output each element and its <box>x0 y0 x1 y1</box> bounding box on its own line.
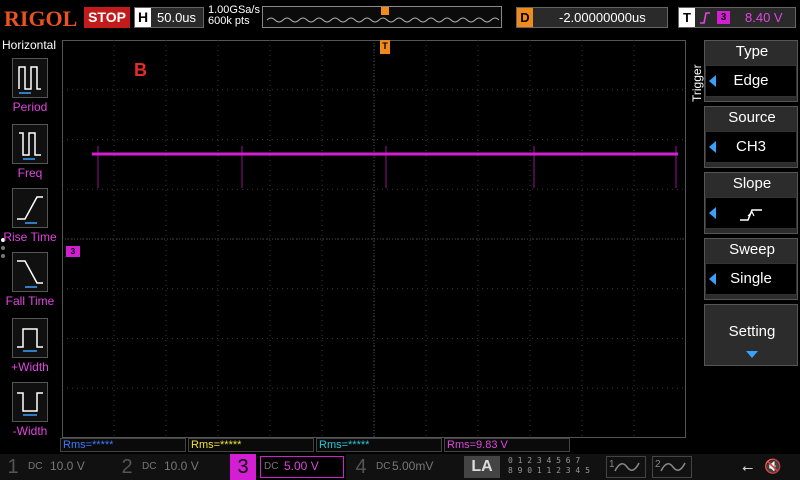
expand-arrow-icon <box>746 351 758 358</box>
memory-depth: 600k pts <box>208 15 250 27</box>
measure-fall-time[interactable]: Fall Time <box>0 252 60 316</box>
channel-4-number: 4 <box>355 456 367 478</box>
usb-icon: ⭠ <box>742 459 754 475</box>
channel-2-box[interactable]: 2 DC 10.0 V <box>114 454 226 480</box>
channel-1-scale: 10.0 V <box>50 459 85 473</box>
run-stop-indicator[interactable]: STOP <box>84 7 130 28</box>
rising-slope-icon <box>740 209 762 221</box>
trigger-setting-button[interactable]: Setting <box>704 304 798 366</box>
channel-1-number: 1 <box>7 456 19 478</box>
channel-bar: 1 DC 10.0 V 2 DC 10.0 V 3 DC 5.00 V 4 DC… <box>0 454 800 480</box>
waveform-memory-overview <box>262 6 502 28</box>
measure-negative-width-label: -Width <box>12 424 48 438</box>
channel-3-offset-marker[interactable]: 3 <box>66 246 80 257</box>
measure-period-label: Period <box>12 100 48 114</box>
select-arrow-icon <box>709 273 716 285</box>
select-arrow-icon <box>709 207 716 219</box>
waveform-grid <box>62 40 686 438</box>
trigger-type-value: Edge <box>705 65 797 97</box>
select-arrow-icon <box>709 141 716 153</box>
trigger-source-button[interactable]: Source CH3 <box>704 106 798 168</box>
trigger-level-value: 8.40 V <box>745 10 783 25</box>
rise-time-icon <box>12 188 48 228</box>
trigger-source-value: CH3 <box>705 131 797 163</box>
horizontal-scale-box[interactable]: H 50.0us <box>134 7 204 28</box>
channel-1-coupling: DC <box>28 461 43 472</box>
trigger-sweep-value: Single <box>705 263 797 295</box>
channel-2-coupling: DC <box>142 461 157 472</box>
sample-info: 1.00GSa/s 600k pts <box>208 5 260 27</box>
frequency-icon <box>12 124 48 164</box>
trigger-source-title: Source <box>728 109 776 126</box>
channel-3-box[interactable]: 3 DC 5.00 V <box>230 454 346 480</box>
fall-time-icon <box>12 252 48 292</box>
measurement-ch3-rms[interactable]: Rms=9.83 V <box>444 438 570 452</box>
channel-3-coupling: DC <box>264 461 279 472</box>
horizontal-label: H <box>135 8 151 27</box>
logic-channels-row-2: 8 9 0 1 1 2 3 4 5 <box>508 466 590 475</box>
measure-frequency[interactable]: Freq <box>0 124 60 188</box>
memory-overview-graphic <box>266 7 500 23</box>
screen-annotation: B <box>134 60 147 80</box>
waveform-display[interactable]: B T 3 <box>62 40 686 438</box>
delay-label: D <box>517 8 533 27</box>
channel-4-scale: 5.00mV <box>392 459 434 473</box>
generator-1-button[interactable]: 1 <box>606 456 646 478</box>
negative-width-icon <box>12 382 48 422</box>
left-menu-title: Horizontal <box>2 38 57 52</box>
right-menu-title: Trigger <box>690 64 704 102</box>
channel-1-box[interactable]: 1 DC 10.0 V <box>0 454 112 480</box>
speaker-muted-icon[interactable]: 🔇 <box>764 458 781 475</box>
measure-rise-time[interactable]: Rise Time <box>0 188 60 252</box>
channel-4-box[interactable]: 4 DC 5.00mV <box>348 454 460 480</box>
trigger-menu: Trigger Type Edge Source CH3 Slope Sweep… <box>690 40 800 440</box>
trigger-sweep-title: Sweep <box>729 241 775 258</box>
trigger-source-badge: 3 <box>717 11 730 24</box>
generator-2-button[interactable]: 2 <box>652 456 692 478</box>
select-arrow-icon <box>709 75 716 87</box>
trigger-type-button[interactable]: Type Edge <box>704 40 798 102</box>
status-bar: RIGOL STOP H 50.0us 1.00GSa/s 600k pts D… <box>0 0 800 36</box>
measurement-ch2-rms[interactable]: Rms=***** <box>316 438 442 452</box>
channel-4-coupling: DC <box>376 461 391 472</box>
horizontal-measure-menu: Horizontal Period Freq Rise Time Fall Ti… <box>0 38 60 438</box>
delay-box[interactable]: D -2.00000000us <box>516 7 668 28</box>
trigger-slope-value <box>705 197 797 229</box>
measure-negative-width[interactable]: -Width <box>0 382 60 446</box>
trigger-setting-label: Setting <box>728 323 776 340</box>
channel-2-scale: 10.0 V <box>164 459 199 473</box>
trigger-type-title: Type <box>735 43 769 60</box>
trigger-slope-title: Slope <box>732 175 772 192</box>
horizontal-scale-value: 50.0us <box>157 10 197 25</box>
logic-analyzer-button[interactable]: LA <box>464 456 500 478</box>
sine-wave-icon <box>614 462 640 472</box>
measurement-bar: Rms=***** Rms=***** Rms=***** Rms=9.83 V <box>60 438 700 453</box>
trigger-position-marker[interactable]: T <box>380 40 390 54</box>
measure-positive-width[interactable]: +Width <box>0 318 60 382</box>
trigger-sweep-button[interactable]: Sweep Single <box>704 238 798 300</box>
measure-fall-time-label: Fall Time <box>5 294 55 308</box>
delay-value: -2.00000000us <box>559 10 646 25</box>
channel-2-number: 2 <box>121 456 133 478</box>
measure-rise-time-label: Rise Time <box>3 230 57 244</box>
measurement-ch4-rms[interactable]: Rms=***** <box>60 438 186 452</box>
measure-period[interactable]: Period <box>0 58 60 122</box>
logic-channels-row-1: 0 1 2 3 4 5 6 7 <box>508 456 581 465</box>
measurement-ch1-rms[interactable]: Rms=***** <box>188 438 314 452</box>
measure-positive-width-label: +Width <box>11 360 49 374</box>
brand-logo: RIGOL <box>4 6 78 31</box>
channel-3-scale: 5.00 V <box>284 459 319 473</box>
sine-wave-icon <box>660 462 686 472</box>
channel-3-number: 3 <box>230 454 256 480</box>
trigger-slope-button[interactable]: Slope <box>704 172 798 234</box>
measure-frequency-label: Freq <box>17 166 43 180</box>
period-icon <box>12 58 48 98</box>
positive-width-icon <box>12 318 48 358</box>
logic-channel-map: 0 1 2 3 4 5 6 7 8 9 0 1 1 2 3 4 5 <box>508 456 600 478</box>
